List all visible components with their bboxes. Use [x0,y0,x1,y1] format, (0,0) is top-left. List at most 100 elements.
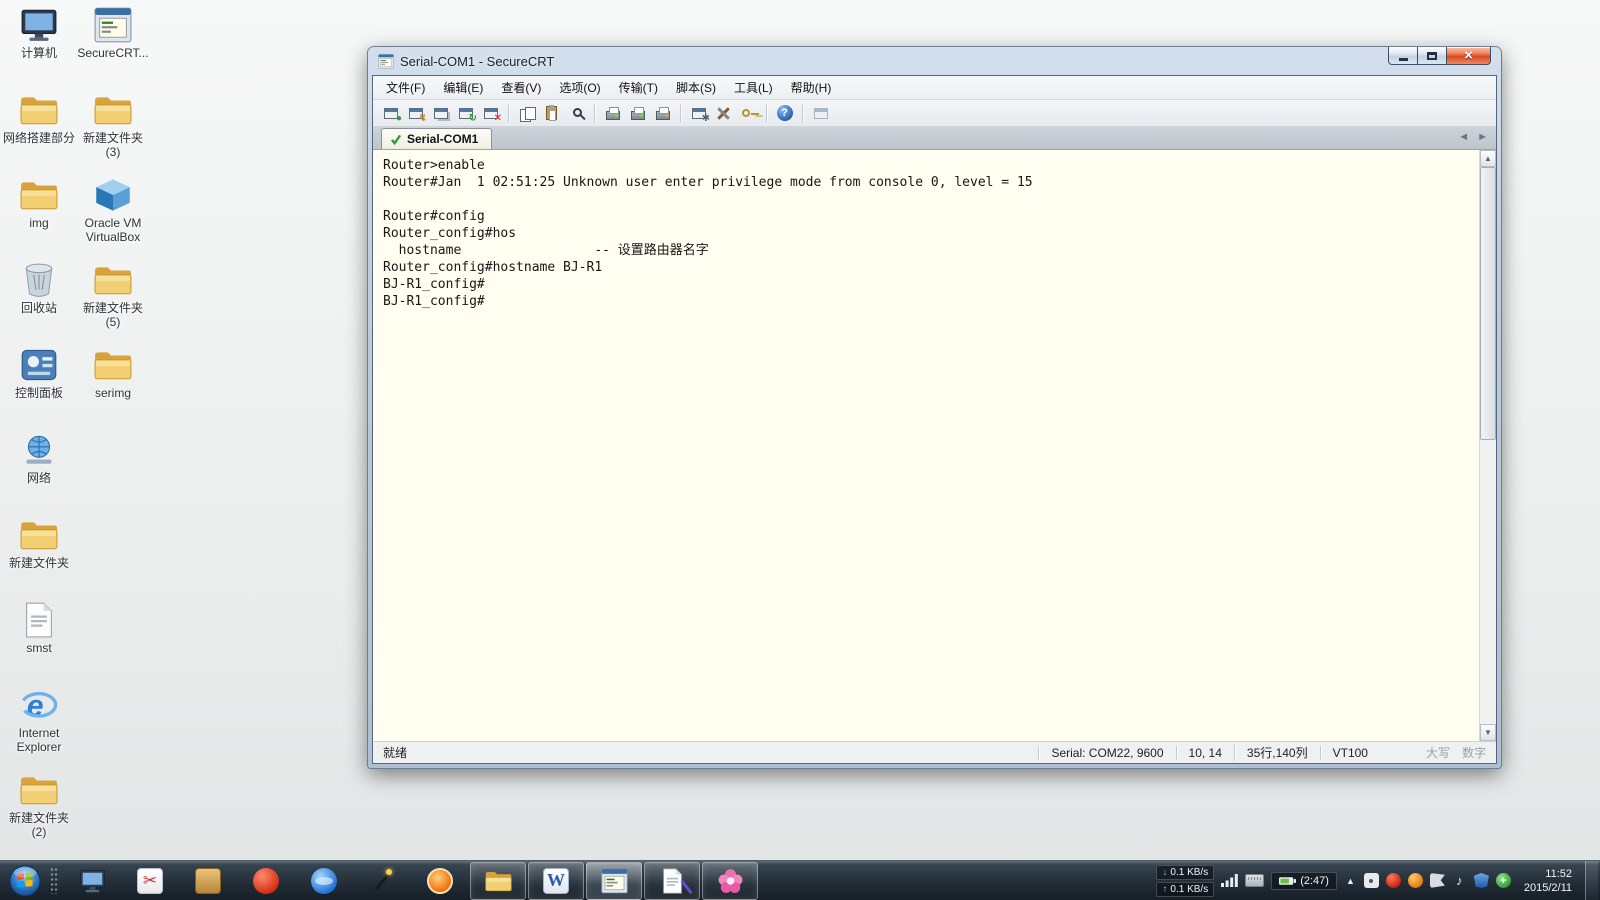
action-center-flag-icon[interactable] [1429,873,1445,888]
lock-tray-icon[interactable] [1363,873,1379,888]
taskbar-browser[interactable] [296,862,352,900]
volume-icon[interactable]: ♪ [1452,873,1467,888]
tab-serial-com1[interactable]: Serial-COM1 [381,128,493,149]
system-tray: ↓ 0.1 KB/s ↑ 0.1 KB/s (2:47) ▲ ♪ + 11:52… [1156,861,1600,900]
network-signal-icon[interactable] [1221,874,1238,887]
desktop-icon-folder-new-5[interactable]: 新建文件夹 (5) [76,261,150,346]
scroll-down-icon[interactable]: ▼ [1480,724,1496,741]
disconnect-icon[interactable]: ✕ [479,102,502,124]
menu-script[interactable]: 脚本(S) [667,76,725,99]
menu-transfer[interactable]: 传输(T) [610,76,667,99]
battery-indicator[interactable]: (2:47) [1271,871,1337,890]
quick-connect-icon[interactable]: ↯ [404,102,427,124]
taskbar-utility-app[interactable] [180,862,236,900]
desktop-icon-label: 计算机 [20,46,57,60]
taskbar-grip[interactable] [50,867,59,894]
scrollbar-track[interactable] [1480,167,1496,724]
show-desktop-button[interactable] [1585,861,1598,900]
menu-edit[interactable]: 编辑(E) [434,76,492,99]
taskbar-securecrt[interactable] [586,861,642,900]
desktop-icon-folder-network-setup[interactable]: 网络搭建部分 [2,91,76,176]
taskbar-windows-explorer[interactable] [470,861,526,900]
tray-expand-icon[interactable]: ▲ [1344,876,1357,886]
antivirus-tray-icon[interactable] [1385,873,1401,888]
menu-options[interactable]: 选项(O) [550,76,609,99]
desktop-icon-label: smst [26,641,52,655]
vertical-scrollbar[interactable]: ▲ ▼ [1479,150,1496,741]
desktop-icon-internet-explorer[interactable]: Internet Explorer [2,686,76,771]
taskbar-media-app[interactable] [412,862,468,900]
taskbar-journal[interactable] [644,861,700,900]
terminal-screen[interactable]: Router>enable Router#Jan 1 02:51:25 Unkn… [373,150,1479,741]
desktop-icon-folder-new-3[interactable]: 新建文件夹 (3) [76,91,150,176]
terminal-area: Router>enable Router#Jan 1 02:51:25 Unkn… [373,150,1496,741]
terminal-line: hostname -- 设置路由器名字 [383,243,709,258]
taskbar-remote-desktop[interactable] [64,862,120,900]
folder-icon [19,516,59,554]
taskbar-photo-app[interactable] [702,861,758,900]
word-icon: W [543,867,569,894]
desktop-icon-folder-img[interactable]: img [2,176,76,261]
tab-scroll-left-icon[interactable]: ◄ [1458,131,1469,143]
window-titlebar[interactable]: Serial-COM1 - SecureCRT × [368,47,1501,75]
updater-tray-icon[interactable] [1407,873,1423,888]
tab-scroll-buttons: ◄ ► [1458,131,1488,143]
copy-icon[interactable] [515,102,538,124]
scroll-up-icon[interactable]: ▲ [1480,150,1496,167]
minimize-icon [1398,58,1408,61]
launch-bar-icon[interactable] [809,102,832,124]
desktop-icon-folder-new[interactable]: 新建文件夹 [2,516,76,601]
taskbar-word[interactable]: W [528,861,584,900]
connect-icon[interactable]: ● [379,102,402,124]
print-setup-icon[interactable] [651,102,674,124]
session-options-icon[interactable]: ✱ [687,102,710,124]
desktop-icon-network[interactable]: 网络 [2,431,76,516]
folder-icon [19,771,59,809]
minimize-button[interactable] [1388,47,1417,65]
scrollbar-thumb[interactable] [1480,167,1496,440]
taskbar-clock[interactable]: 11:52 2015/2/11 [1518,867,1578,895]
desktop-icon-folder-serimg[interactable]: serimg [76,346,150,431]
menu-tools[interactable]: 工具(L) [725,76,782,99]
download-arrow-icon: ↓ [1162,866,1168,878]
network-speed-monitor[interactable]: ↓ 0.1 KB/s ↑ 0.1 KB/s [1156,864,1215,897]
tab-scroll-right-icon[interactable]: ► [1477,131,1488,143]
find-icon[interactable] [565,102,588,124]
taskbar-snipping-tool[interactable]: ✂ [122,862,178,900]
terminal-line: Router>enable [383,158,485,173]
print-preview-icon[interactable] [601,102,624,124]
desktop-icon-virtualbox[interactable]: Oracle VM VirtualBox [76,176,150,261]
paste-icon[interactable] [540,102,563,124]
desktop-icon-computer[interactable]: 计算机 [2,6,76,91]
menu-file[interactable]: 文件(F) [377,76,434,99]
menu-help[interactable]: 帮助(H) [782,76,841,99]
desktop-icon-recycle-bin[interactable]: 回收站 [2,261,76,346]
file-icon [19,601,59,639]
battery-icon [1279,876,1296,886]
desktop-icon-smst-file[interactable]: smst [2,601,76,686]
keymap-editor-icon[interactable] [737,102,760,124]
reconnect-icon[interactable]: ↻ [454,102,477,124]
desktop-icon-folder-new-2[interactable]: 新建文件夹 (2) [2,771,76,856]
desktop-icon-control-panel[interactable]: 控制面板 [2,346,76,431]
connect-in-tab-icon[interactable] [429,102,452,124]
close-button[interactable]: × [1446,47,1491,65]
safety-plus-icon[interactable]: + [1495,873,1511,888]
keyboard-layout-icon[interactable] [1245,874,1265,887]
desktop-icon-securecrt-shortcut[interactable]: SecureCRT... [76,6,150,91]
desktop-icon-grid: 计算机 网络搭建部分 img 回收站 控制面板 网络 新建文件夹 smst In… [2,6,150,856]
maximize-button[interactable] [1417,47,1446,65]
desktop-icon-label: 回收站 [20,301,57,315]
security-shield-icon[interactable] [1473,873,1489,888]
help-icon[interactable] [773,102,796,124]
menu-view[interactable]: 查看(V) [492,76,550,99]
tab-label: Serial-COM1 [407,132,479,146]
global-options-icon[interactable] [712,102,735,124]
taskbar-opera-browser[interactable] [238,862,294,900]
start-button[interactable] [6,862,44,900]
print-icon[interactable] [626,102,649,124]
taskbar-pin-tool[interactable] [354,862,410,900]
desktop-icon-label: 新建文件夹 [8,556,69,570]
control-panel-icon [19,346,59,384]
desktop-icon-label: img [29,216,49,230]
